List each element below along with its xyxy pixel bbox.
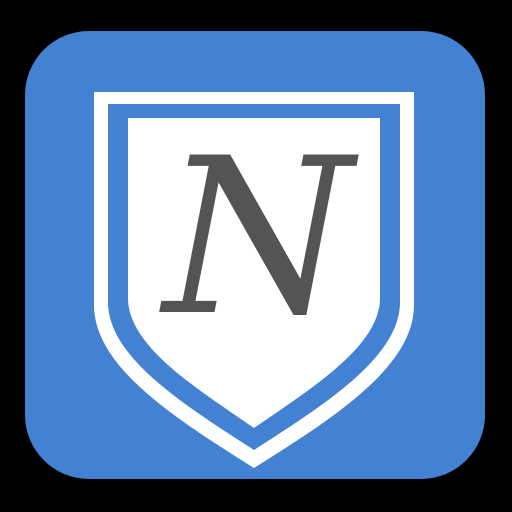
shield-icon: N bbox=[94, 92, 414, 468]
screen: N bbox=[0, 0, 512, 512]
logo-letter: N bbox=[159, 112, 360, 363]
